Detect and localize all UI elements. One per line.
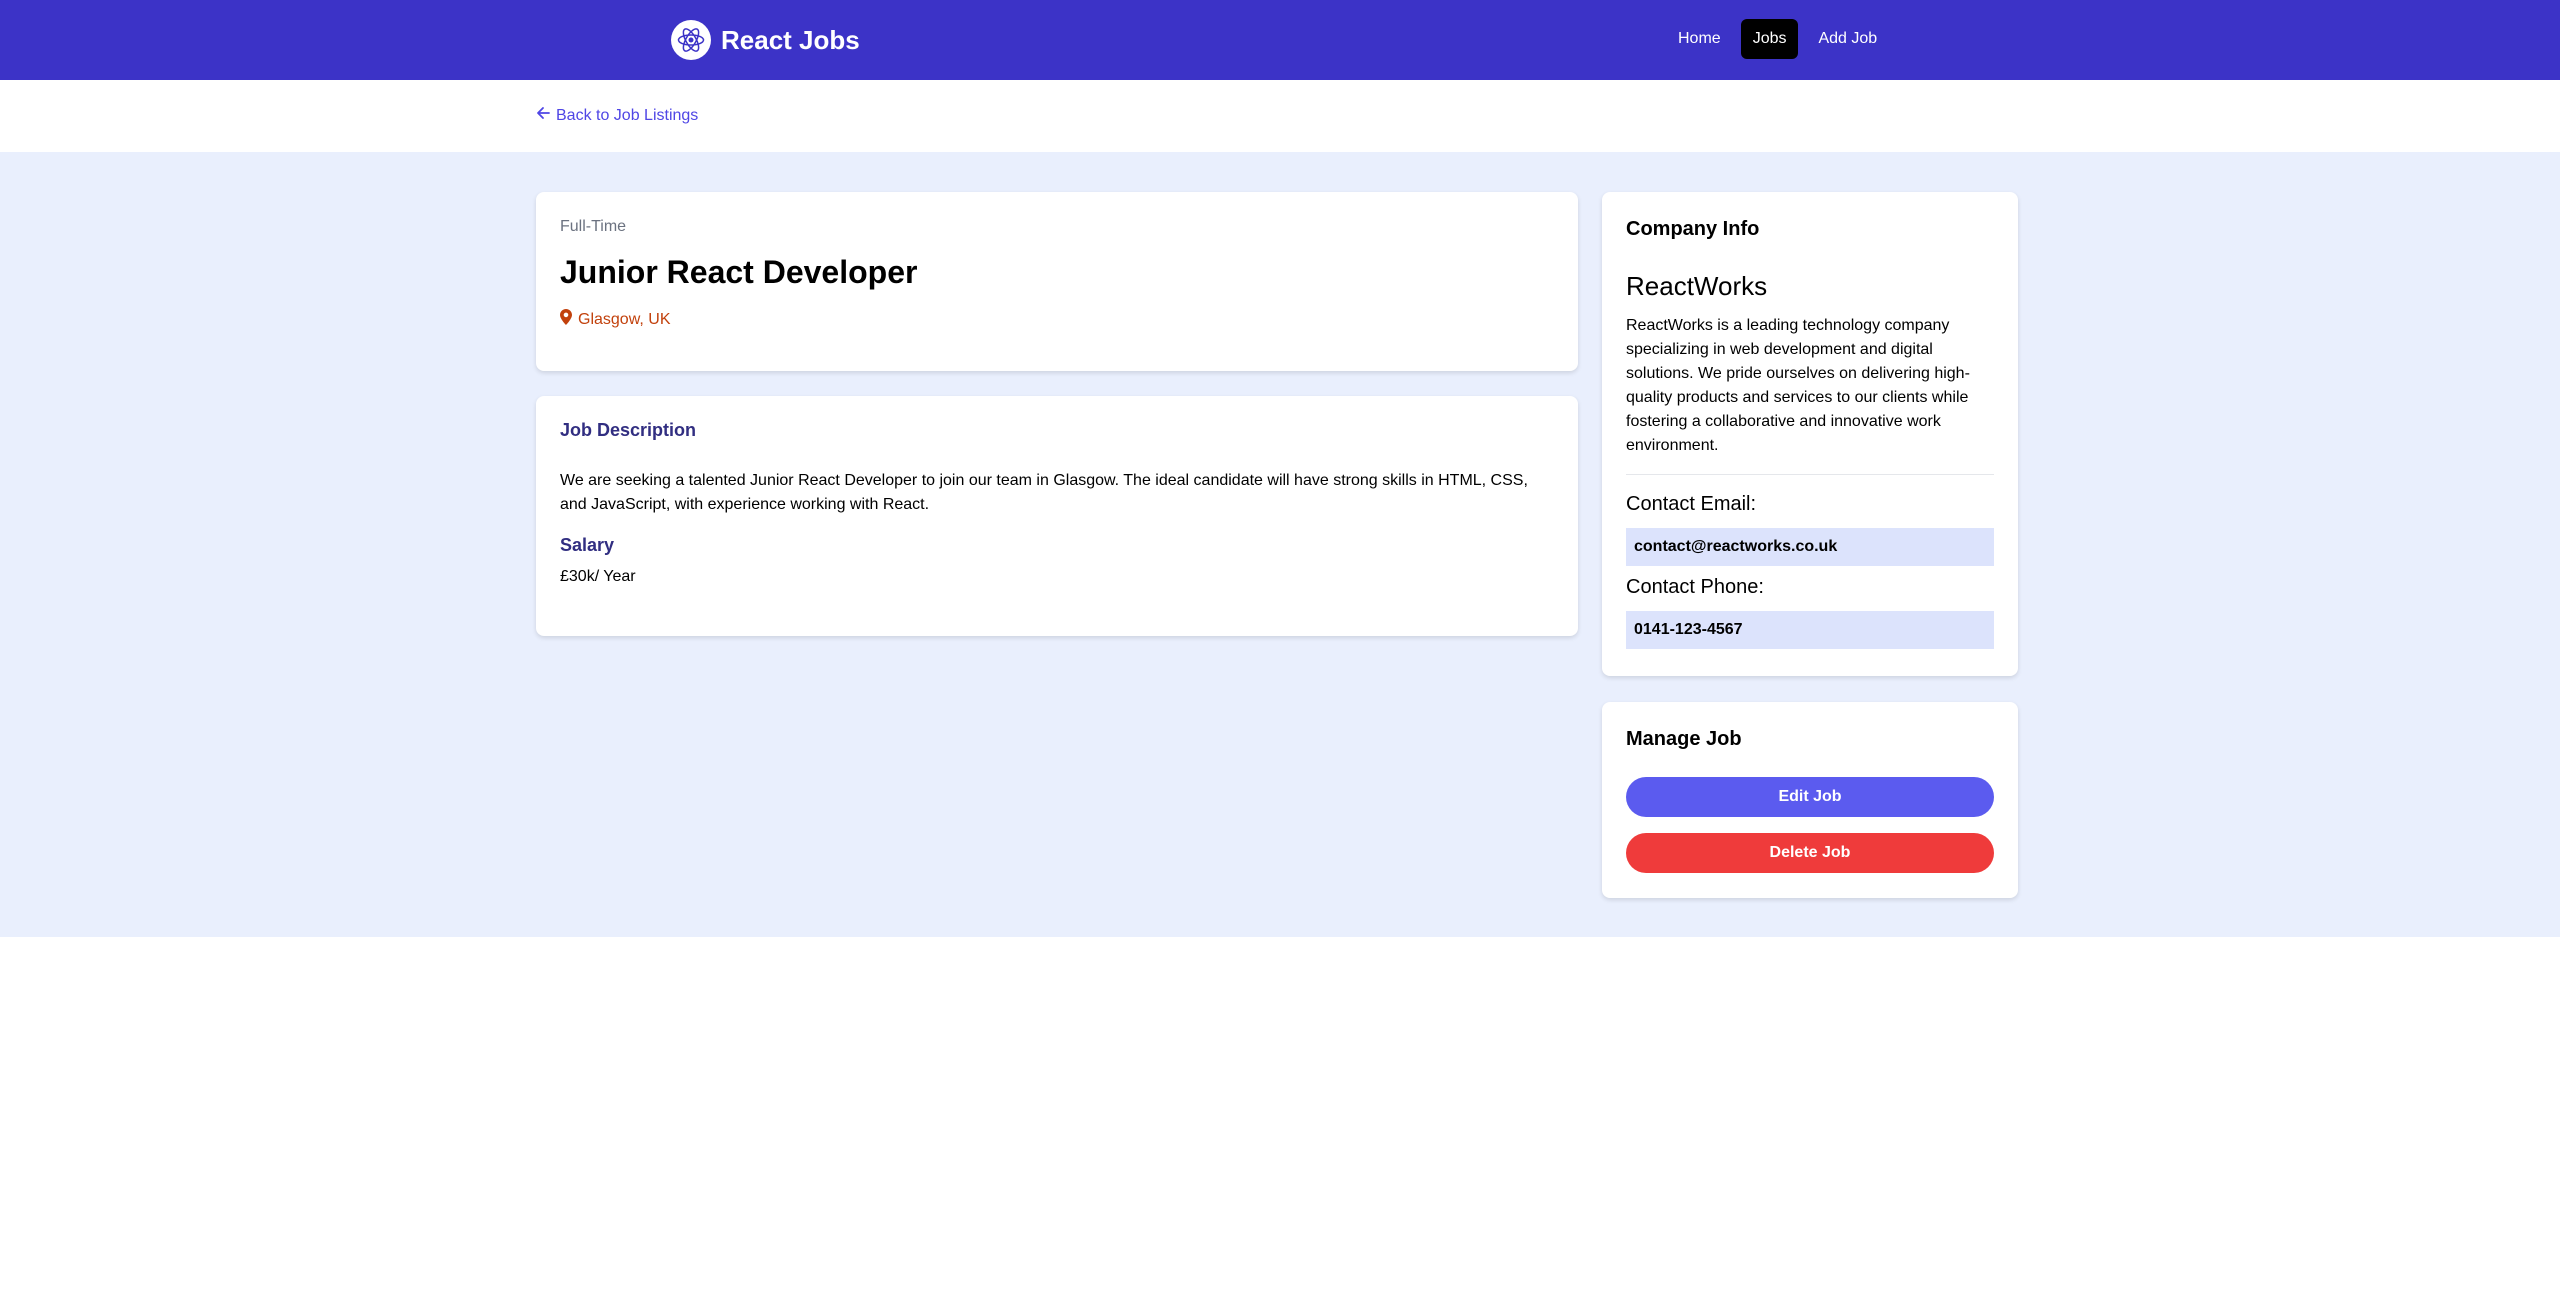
company-name: ReactWorks [1626, 271, 1768, 301]
back-link-label: Back to Job Listings [556, 106, 699, 124]
job-location: Glasgow, UK [560, 309, 1554, 330]
company-info-heading: Company Info [1626, 218, 1760, 240]
edit-job-button[interactable]: Edit Job [1626, 777, 1994, 817]
description-heading: Job Description [560, 420, 697, 440]
divider [1626, 474, 1994, 475]
back-bar: Back to Job Listings [0, 80, 2560, 152]
job-description-card: Job Description We are seeking a talente… [536, 396, 1578, 636]
company-info-card: Company Info ReactWorks ReactWorks is a … [1602, 192, 2018, 676]
contact-phone-value: 0141-123-4567 [1626, 611, 1994, 649]
job-location-text: Glasgow, UK [578, 310, 671, 328]
brand-link[interactable]: React Jobs [671, 20, 860, 60]
back-to-listings-link[interactable]: Back to Job Listings [536, 106, 698, 125]
job-header-card: Full-Time Junior React Developer Glasgow… [536, 192, 1578, 371]
navbar: React Jobs Home Jobs Add Job [0, 0, 2560, 80]
job-title: Junior React Developer [560, 254, 918, 290]
job-type: Full-Time [560, 218, 627, 235]
delete-job-button[interactable]: Delete Job [1626, 833, 1994, 873]
salary-heading: Salary [560, 535, 615, 555]
brand-title: React Jobs [721, 24, 860, 55]
manage-job-heading: Manage Job [1626, 728, 1742, 750]
company-description: ReactWorks is a leading technology compa… [1626, 317, 1970, 454]
arrow-left-icon [536, 106, 550, 125]
contact-email-label: Contact Email: [1626, 493, 1757, 515]
description-text: We are seeking a talented Junior React D… [560, 472, 1528, 513]
job-detail-section: Full-Time Junior React Developer Glasgow… [0, 152, 2560, 937]
map-marker-icon [560, 309, 572, 330]
contact-email-value: contact@reactworks.co.uk [1626, 528, 1994, 566]
manage-job-card: Manage Job Edit Job Delete Job [1602, 702, 2018, 898]
nav-links: Home Jobs Add Job [1666, 19, 1889, 59]
nav-link-add-job[interactable]: Add Job [1806, 19, 1889, 59]
react-atom-icon [671, 20, 711, 60]
contact-phone-label: Contact Phone: [1626, 576, 1764, 598]
nav-link-jobs[interactable]: Jobs [1740, 19, 1799, 59]
nav-link-home[interactable]: Home [1666, 19, 1733, 59]
salary-value: £30k/ Year [560, 568, 636, 585]
